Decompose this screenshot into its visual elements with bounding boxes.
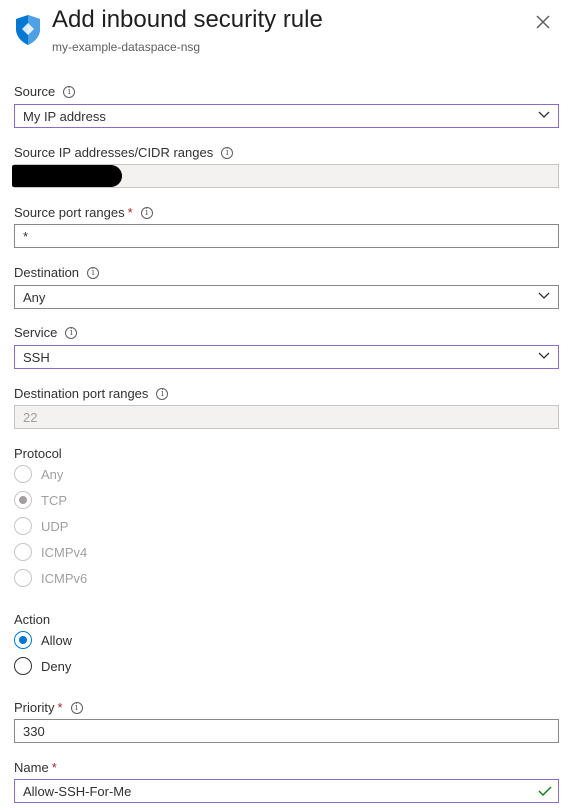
priority-label: Priority * i <box>14 700 83 715</box>
radio-icon[interactable] <box>14 657 32 675</box>
chevron-down-icon <box>538 352 550 359</box>
protocol-label: Protocol <box>14 446 62 461</box>
protocol-option-tcp: TCP <box>14 491 67 509</box>
source-value: My IP address <box>23 108 106 124</box>
close-icon[interactable] <box>534 13 552 31</box>
protocol-option-icmpv4: ICMPv4 <box>14 543 87 561</box>
radio-selected-icon <box>14 491 32 509</box>
chevron-down-icon <box>538 111 550 118</box>
destination-value: Any <box>23 289 46 305</box>
protocol-option-icmpv6: ICMPv6 <box>14 569 87 587</box>
name-input[interactable]: Allow-SSH-For-Me <box>14 779 559 803</box>
page-title: Add inbound security rule <box>52 6 323 33</box>
radio-icon <box>14 517 32 535</box>
action-label: Action <box>14 612 51 627</box>
radio-selected-icon[interactable] <box>14 631 32 649</box>
service-value: SSH <box>23 349 50 365</box>
action-option-allow[interactable]: Allow <box>14 631 72 649</box>
destination-dropdown[interactable]: Any <box>14 285 559 309</box>
source-ip-label: Source IP addresses/CIDR ranges i <box>14 145 234 160</box>
dest-port-label: Destination port ranges i <box>14 386 169 401</box>
info-icon[interactable]: i <box>221 146 234 159</box>
info-icon[interactable]: i <box>156 387 169 400</box>
radio-icon <box>14 465 32 483</box>
service-label: Service i <box>14 325 78 340</box>
protocol-option-any: Any <box>14 465 63 483</box>
page-subtitle: my-example-dataspace-nsg <box>52 40 201 54</box>
destination-label: Destination i <box>14 265 100 280</box>
info-icon[interactable]: i <box>87 266 100 279</box>
check-icon <box>538 786 552 796</box>
chevron-down-icon <box>538 292 550 299</box>
source-port-label: Source port ranges * i <box>14 205 153 220</box>
radio-icon <box>14 569 32 587</box>
shield-icon <box>16 15 40 45</box>
radio-icon <box>14 543 32 561</box>
source-port-input[interactable]: * <box>14 224 559 248</box>
name-value: Allow-SSH-For-Me <box>23 783 132 799</box>
redaction-mark <box>12 165 122 187</box>
source-dropdown[interactable]: My IP address <box>14 104 559 128</box>
info-icon[interactable]: i <box>63 85 76 98</box>
action-option-deny[interactable]: Deny <box>14 657 71 675</box>
info-icon[interactable]: i <box>65 326 78 339</box>
dest-port-input: 22 <box>14 405 559 429</box>
dest-port-value: 22 <box>23 409 38 425</box>
name-label: Name * <box>14 760 57 775</box>
protocol-option-udp: UDP <box>14 517 68 535</box>
source-port-value: * <box>23 228 29 244</box>
source-label: Source i <box>14 84 76 99</box>
service-dropdown[interactable]: SSH <box>14 345 559 369</box>
info-icon[interactable]: i <box>140 206 153 219</box>
priority-input[interactable]: 330 <box>14 719 559 743</box>
info-icon[interactable]: i <box>70 701 83 714</box>
priority-value: 330 <box>23 723 45 739</box>
